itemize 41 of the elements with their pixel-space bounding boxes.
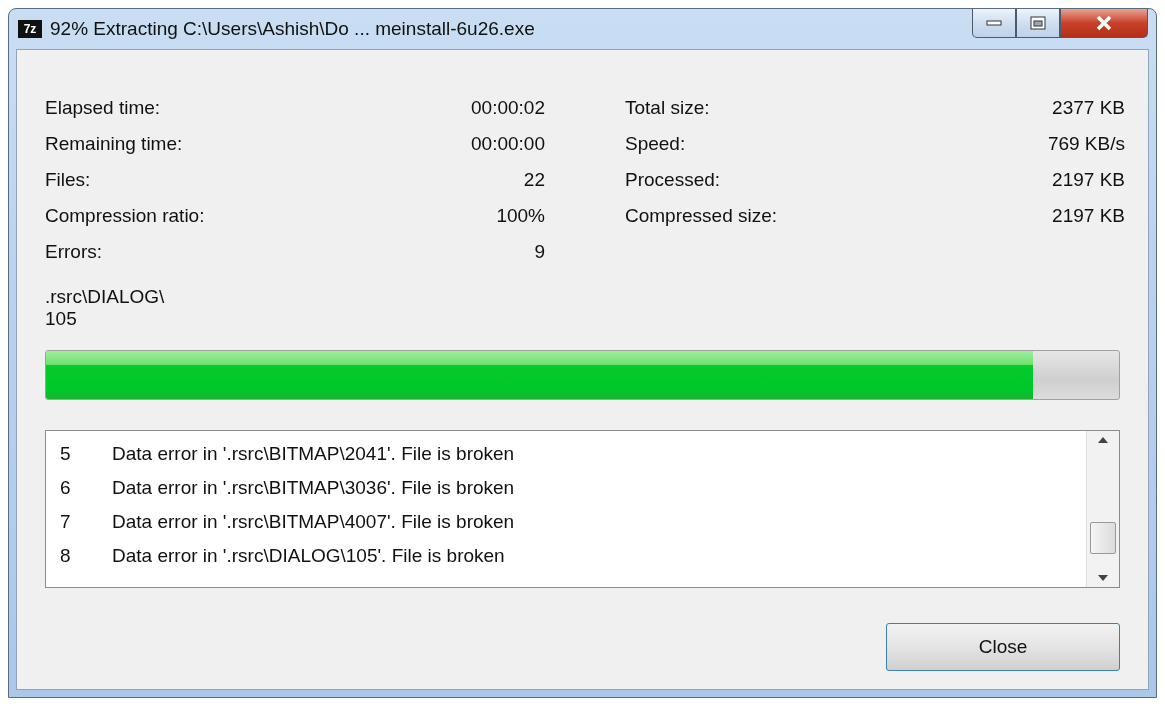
scrollbar[interactable] (1086, 431, 1119, 587)
stat-value: 00:00:00 (471, 133, 545, 155)
minimize-button[interactable] (972, 9, 1016, 38)
stat-value: 9 (534, 241, 545, 263)
stat-label: Remaining time: (45, 133, 183, 155)
log-message: Data error in '.rsrc\DIALOG\105'. File is broken (112, 545, 505, 567)
log-number: 6 (60, 477, 72, 499)
log-message: Data error in '.rsrc\BITMAP\4007'. File is broken (112, 511, 515, 533)
stat-label: Elapsed time: (45, 97, 161, 119)
stat-label: Compressed size: (625, 205, 778, 227)
stat-value: 100% (496, 205, 545, 227)
stat-label: Speed: (625, 133, 686, 155)
log-number: 8 (60, 545, 72, 567)
close-dialog-button[interactable]: Close (886, 623, 1120, 671)
scroll-up-icon[interactable] (1098, 437, 1108, 443)
stat-value: 2197 KB (1052, 205, 1125, 227)
current-file-path: .rsrc\DIALOG\ (45, 286, 166, 308)
log-message: Data error in '.rsrc\BITMAP\2041'. File is broken (112, 443, 515, 465)
current-file-path: 105 (45, 308, 78, 330)
maximize-button[interactable] (1016, 9, 1060, 38)
close-button[interactable] (1060, 9, 1148, 38)
maximize-icon (1030, 16, 1046, 30)
scroll-thumb[interactable] (1090, 522, 1116, 554)
log-number: 7 (60, 511, 72, 533)
window-title: 92% Extracting C:\Users\Ashish\Do ... meinstall-6u26.exe (50, 18, 536, 40)
stat-value: 2197 KB (1052, 169, 1125, 191)
log-number: 5 (60, 443, 72, 465)
stat-label: Processed: (625, 169, 721, 191)
stat-value: 00:00:02 (471, 97, 545, 119)
stat-label: Total size: (625, 97, 710, 119)
stat-label: Files: (45, 169, 91, 191)
stat-value: 769 KB/s (1047, 133, 1125, 155)
close-icon (1095, 15, 1113, 31)
minimize-icon (986, 20, 1002, 26)
app-icon: 7z (18, 20, 42, 38)
stat-value: 2377 KB (1052, 97, 1125, 119)
scroll-down-icon[interactable] (1098, 575, 1108, 581)
stat-label: Errors: (45, 241, 102, 263)
stat-value: 22 (523, 169, 545, 191)
log-message: Data error in '.rsrc\BITMAP\3036'. File is broken (112, 477, 515, 499)
stat-label: Compression ratio: (45, 205, 205, 227)
